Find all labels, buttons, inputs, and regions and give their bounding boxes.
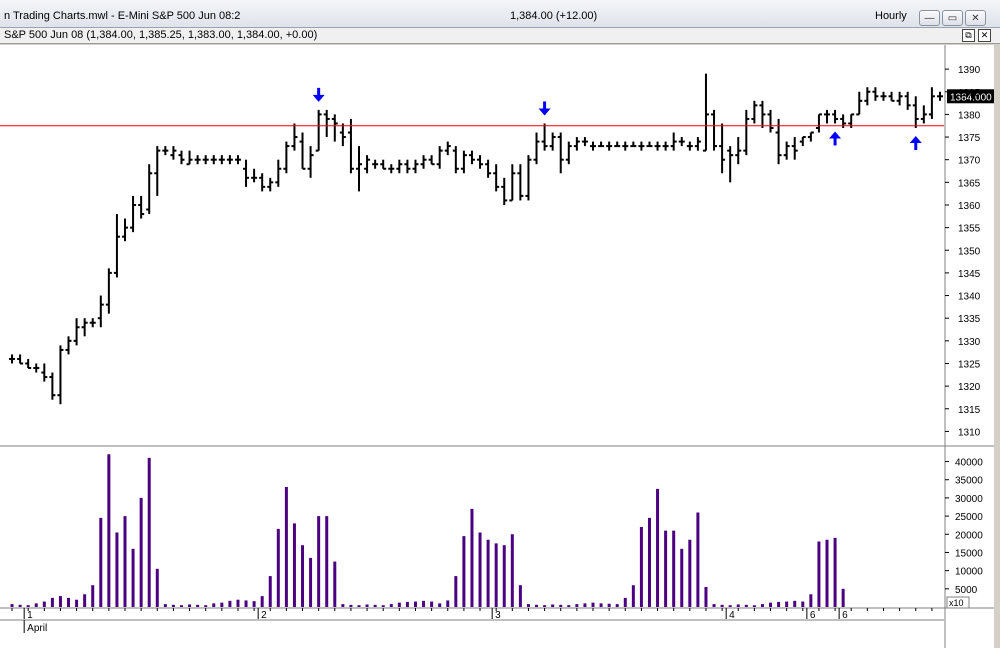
chart-area[interactable]: 1384.000 1310 1315 1320 1325 1330 1335 1340 134… bbox=[0, 45, 1000, 648]
price-tick-label: 1350 bbox=[958, 246, 981, 257]
volume-tick-label: 5000 bbox=[955, 585, 978, 596]
volume-tick-label: 10000 bbox=[955, 567, 983, 578]
window-title: n Trading Charts.mwl - E-Mini S&P 500 Ju… bbox=[4, 10, 241, 22]
price-tick-label: 1330 bbox=[958, 337, 981, 348]
price-tick-label: 1390 bbox=[958, 65, 981, 76]
day-label: 4 bbox=[729, 610, 735, 621]
price-tick-label: 1340 bbox=[958, 292, 981, 303]
price-tick-label: 1355 bbox=[958, 224, 981, 235]
volume-tick-label: 20000 bbox=[955, 530, 983, 541]
price-tick-label: 1370 bbox=[958, 156, 981, 167]
chart-close-icon: ✕ bbox=[980, 30, 989, 40]
chart-svg[interactable]: 1384.000 1310131513201325133013351340134… bbox=[0, 45, 994, 648]
close-button[interactable]: ✕ bbox=[965, 10, 986, 26]
price-tick-label: 1310 bbox=[958, 427, 981, 438]
symbol-readout: S&P 500 Jun 08 (1,384.00, 1,385.25, 1,38… bbox=[4, 29, 318, 41]
price-tick-label: 1385 bbox=[958, 88, 981, 99]
window-title-bar: n Trading Charts.mwl - E-Mini S&P 500 Ju… bbox=[0, 0, 1000, 28]
day-label: 6 bbox=[810, 610, 816, 621]
minimize-button[interactable]: — bbox=[919, 10, 940, 26]
window-frame bbox=[994, 45, 1000, 648]
arrow-shaft bbox=[317, 87, 321, 96]
price-summary: 1,384.00 (+12.00) bbox=[510, 10, 598, 22]
chart-restore-button[interactable]: ⧉ bbox=[962, 29, 975, 42]
volume-tick-label: 15000 bbox=[955, 548, 983, 559]
restore-icon: ▭ bbox=[947, 12, 958, 24]
chart-restore-icon: ⧉ bbox=[965, 30, 972, 40]
volume-tick-label: 25000 bbox=[955, 512, 983, 523]
volume-tick-label: 40000 bbox=[955, 458, 983, 469]
price-tick-label: 1380 bbox=[958, 110, 981, 121]
price-tick-label: 1320 bbox=[958, 382, 981, 393]
chart-header: S&P 500 Jun 08 (1,384.00, 1,385.25, 1,38… bbox=[0, 28, 1000, 44]
interval-selector[interactable]: Hourly bbox=[875, 10, 907, 22]
close-icon: ✕ bbox=[971, 12, 980, 24]
arrow-shaft bbox=[914, 141, 918, 150]
volume-tick-label: 35000 bbox=[955, 476, 983, 487]
price-tick-label: 1365 bbox=[958, 178, 981, 189]
day-label: 1 bbox=[27, 610, 33, 621]
price-tick-label: 1335 bbox=[958, 314, 981, 325]
day-label: 3 bbox=[495, 610, 501, 621]
price-tick-label: 1360 bbox=[958, 201, 981, 212]
volume-multiplier-label: x10 bbox=[949, 598, 964, 608]
price-tick-label: 1315 bbox=[958, 405, 981, 416]
arrow-shaft bbox=[543, 101, 547, 110]
price-tick-label: 1345 bbox=[958, 269, 981, 280]
day-label: 6 bbox=[842, 610, 848, 621]
minimize-icon: — bbox=[924, 12, 935, 24]
day-label: 2 bbox=[261, 610, 267, 621]
volume-tick-label: 30000 bbox=[955, 494, 983, 505]
month-label: April bbox=[27, 623, 47, 634]
price-tick-label: 1375 bbox=[958, 133, 981, 144]
restore-button[interactable]: ▭ bbox=[942, 10, 963, 26]
price-tick-label: 1325 bbox=[958, 359, 981, 370]
chart-close-button[interactable]: ✕ bbox=[978, 29, 991, 42]
arrow-shaft bbox=[833, 137, 837, 146]
